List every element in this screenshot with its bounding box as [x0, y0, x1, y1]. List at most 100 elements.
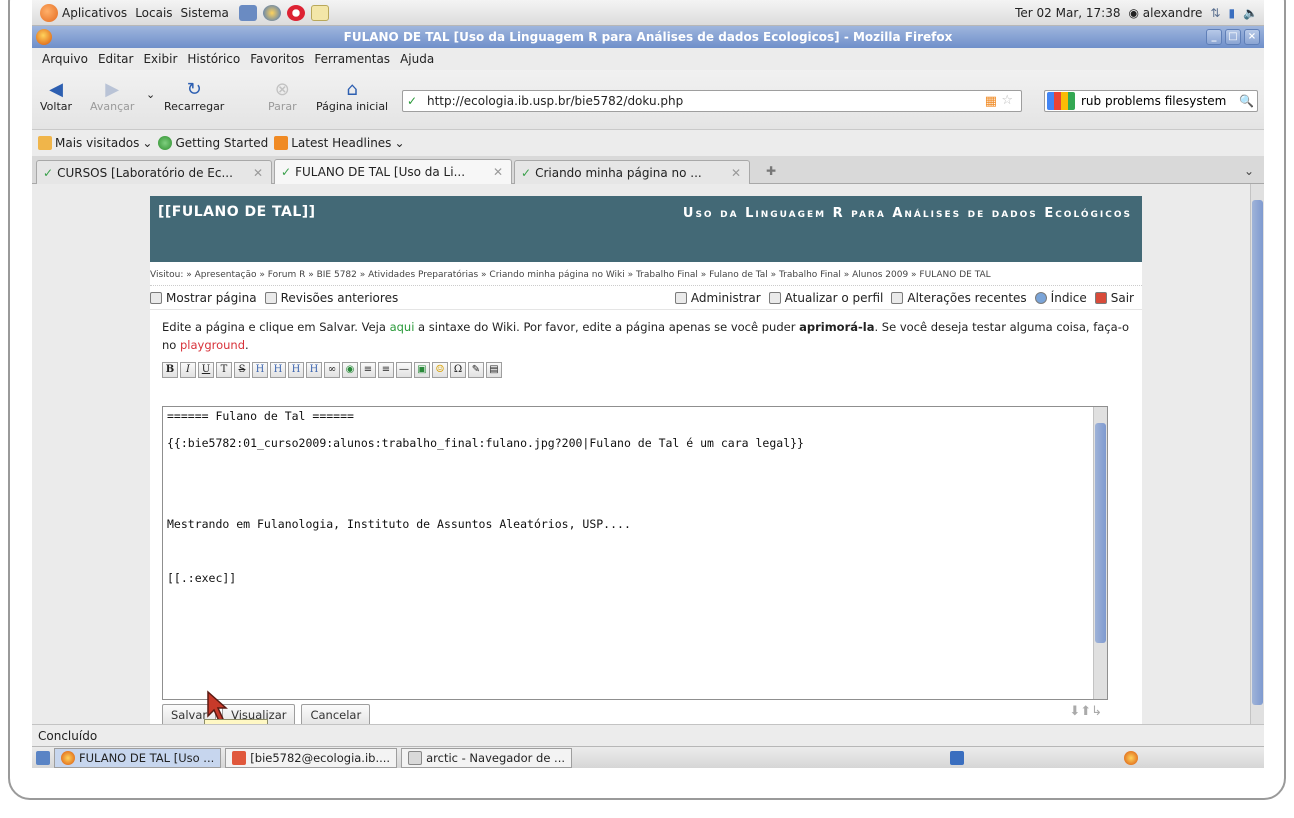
- strikethrough-button[interactable]: S: [234, 362, 250, 378]
- site-favicon-icon: ✓: [281, 165, 292, 179]
- bookmark-latest-headlines[interactable]: Latest Headlines ⌄: [274, 136, 405, 150]
- bold-button[interactable]: B: [162, 362, 178, 378]
- show-desktop-icon[interactable]: [36, 750, 50, 765]
- page-scrollbar-thumb[interactable]: [1252, 200, 1263, 705]
- tray-firefox-icon[interactable]: [1124, 750, 1139, 765]
- rss-icon[interactable]: ▦: [985, 94, 997, 109]
- editor-scrollbar[interactable]: [1093, 407, 1107, 699]
- resize-editor-icon[interactable]: ⬇⬆↳: [1069, 704, 1102, 719]
- ordered-list-button[interactable]: ≡: [360, 362, 376, 378]
- user-name: alexandre: [1142, 5, 1203, 20]
- tab-cursos[interactable]: ✓ CURSOS [Laboratório de Ec... ✕: [36, 160, 272, 184]
- search-icon[interactable]: 🔍: [1239, 94, 1254, 108]
- network-icon[interactable]: ⇅: [1210, 6, 1220, 20]
- stop-icon: ⊗: [274, 78, 290, 100]
- workspace-icon[interactable]: [950, 750, 965, 765]
- menu-favoritos[interactable]: Favoritos: [250, 52, 304, 66]
- link-button[interactable]: ∞: [324, 362, 340, 378]
- page-title[interactable]: [[FULANO DE TAL]]: [158, 204, 316, 220]
- system-menu[interactable]: Sistema: [181, 6, 229, 20]
- close-tab-icon[interactable]: ✕: [493, 165, 503, 179]
- close-tab-icon[interactable]: ✕: [731, 166, 741, 180]
- stop-button[interactable]: ⊗ Parar: [268, 78, 297, 114]
- heading-higher-button[interactable]: H: [288, 362, 304, 378]
- intro-text: .: [245, 338, 249, 352]
- new-tab-icon[interactable]: ✚: [766, 164, 776, 178]
- unordered-list-button[interactable]: ≡: [378, 362, 394, 378]
- bookmark-star-icon[interactable]: ☆: [1001, 93, 1013, 108]
- bookmark-mais-visitados[interactable]: Mais visitados ⌄: [38, 136, 152, 150]
- update-profile-action[interactable]: Atualizar o perfil: [768, 291, 883, 305]
- site-title[interactable]: Uso da Linguagem R para Análises de dado…: [683, 206, 1132, 221]
- show-page-action[interactable]: Mostrar página: [150, 291, 257, 305]
- page-scrollbar[interactable]: [1250, 184, 1264, 724]
- minimize-button[interactable]: _: [1206, 29, 1222, 45]
- back-button[interactable]: ◀ Voltar: [40, 78, 72, 114]
- window-titlebar[interactable]: FULANO DE TAL [Uso da Linguagem R para A…: [32, 26, 1264, 48]
- cancel-button[interactable]: Cancelar: [301, 704, 371, 724]
- menu-historico[interactable]: Histórico: [187, 52, 240, 66]
- home-button[interactable]: ⌂ Página inicial: [316, 78, 389, 114]
- monospace-button[interactable]: T: [216, 362, 232, 378]
- close-button[interactable]: ×: [1244, 29, 1260, 45]
- menu-editar[interactable]: Editar: [98, 52, 134, 66]
- tab-list-chevron-icon[interactable]: ⌄: [1244, 164, 1254, 178]
- user-switcher[interactable]: ◉ alexandre: [1128, 6, 1202, 20]
- syntax-link[interactable]: aqui: [390, 320, 415, 334]
- firefox-launcher-icon[interactable]: [262, 4, 281, 21]
- taskbar-item-file-browser[interactable]: arctic - Navegador de ...: [401, 747, 573, 768]
- google-engine-icon[interactable]: [1047, 92, 1075, 110]
- url-bar[interactable]: ✓ http://ecologia.ib.usp.br/bie5782/doku…: [402, 90, 1022, 112]
- menu-exibir[interactable]: Exibir: [143, 52, 177, 66]
- bookmark-getting-started[interactable]: Getting Started: [158, 136, 268, 150]
- breadcrumb: Visitou: » Apresentação » Forum R » BIE …: [150, 262, 1142, 286]
- tab-fulano-de-tal[interactable]: ✓ FULANO DE TAL [Uso da Li... ✕: [274, 159, 512, 184]
- people-icon[interactable]: [238, 4, 257, 21]
- clock[interactable]: Ter 02 Mar, 17:38: [1015, 6, 1120, 20]
- reload-button[interactable]: ↻ Recarregar: [164, 78, 224, 114]
- history-dropdown[interactable]: ⌄: [146, 88, 155, 101]
- heading-lower-button[interactable]: H: [270, 362, 286, 378]
- volume-icon[interactable]: 🔈: [1243, 6, 1258, 20]
- close-tab-icon[interactable]: ✕: [253, 166, 263, 180]
- playground-link[interactable]: playground: [180, 338, 245, 352]
- battery-icon[interactable]: ▮: [1228, 6, 1235, 20]
- media-button[interactable]: ▤: [486, 362, 502, 378]
- search-input[interactable]: [1079, 93, 1239, 109]
- firefox-icon[interactable]: [36, 29, 52, 45]
- logout-action[interactable]: Sair: [1094, 291, 1134, 305]
- signature-button[interactable]: ✎: [468, 362, 484, 378]
- search-bar[interactable]: 🔍: [1044, 90, 1258, 112]
- wiki-text-editor[interactable]: ====== Fulano de Tal ====== {{:bie5782:0…: [162, 406, 1108, 700]
- recent-changes-action[interactable]: Alterações recentes: [891, 291, 1027, 305]
- underline-button[interactable]: U: [198, 362, 214, 378]
- horizontal-rule-button[interactable]: —: [396, 362, 412, 378]
- menu-ajuda[interactable]: Ajuda: [400, 52, 434, 66]
- menu-arquivo[interactable]: Arquivo: [42, 52, 88, 66]
- applications-menu[interactable]: Aplicativos: [40, 3, 127, 22]
- home-label: Página inicial: [316, 100, 389, 113]
- maximize-button[interactable]: □: [1225, 29, 1241, 45]
- forward-button[interactable]: ▶ Avançar: [90, 78, 134, 114]
- index-action[interactable]: Índice: [1034, 291, 1087, 305]
- tab-criando-pagina[interactable]: ✓ Criando minha página no ... ✕: [514, 160, 750, 184]
- smiley-button[interactable]: ☺: [432, 362, 448, 378]
- help-icon[interactable]: [286, 4, 305, 21]
- taskbar-item-terminal[interactable]: [bie5782@ecologia.ib....: [225, 747, 398, 768]
- task-label: arctic - Navegador de ...: [426, 750, 566, 765]
- places-menu[interactable]: Locais: [135, 6, 172, 20]
- heading-menu-button[interactable]: H: [306, 362, 322, 378]
- editor-scrollbar-thumb[interactable]: [1095, 423, 1106, 643]
- old-revisions-action[interactable]: Revisões anteriores: [264, 291, 398, 305]
- special-chars-button[interactable]: Ω: [450, 362, 466, 378]
- external-link-button[interactable]: ◉: [342, 362, 358, 378]
- heading-button[interactable]: H: [252, 362, 268, 378]
- mail-icon[interactable]: [310, 4, 329, 21]
- admin-action[interactable]: Administrar: [674, 291, 761, 305]
- image-button[interactable]: ▣: [414, 362, 430, 378]
- taskbar-item-firefox[interactable]: FULANO DE TAL [Uso ...: [54, 747, 222, 768]
- menu-ferramentas[interactable]: Ferramentas: [314, 52, 390, 66]
- task-label: FULANO DE TAL [Uso ...: [79, 750, 215, 765]
- italic-button[interactable]: I: [180, 362, 196, 378]
